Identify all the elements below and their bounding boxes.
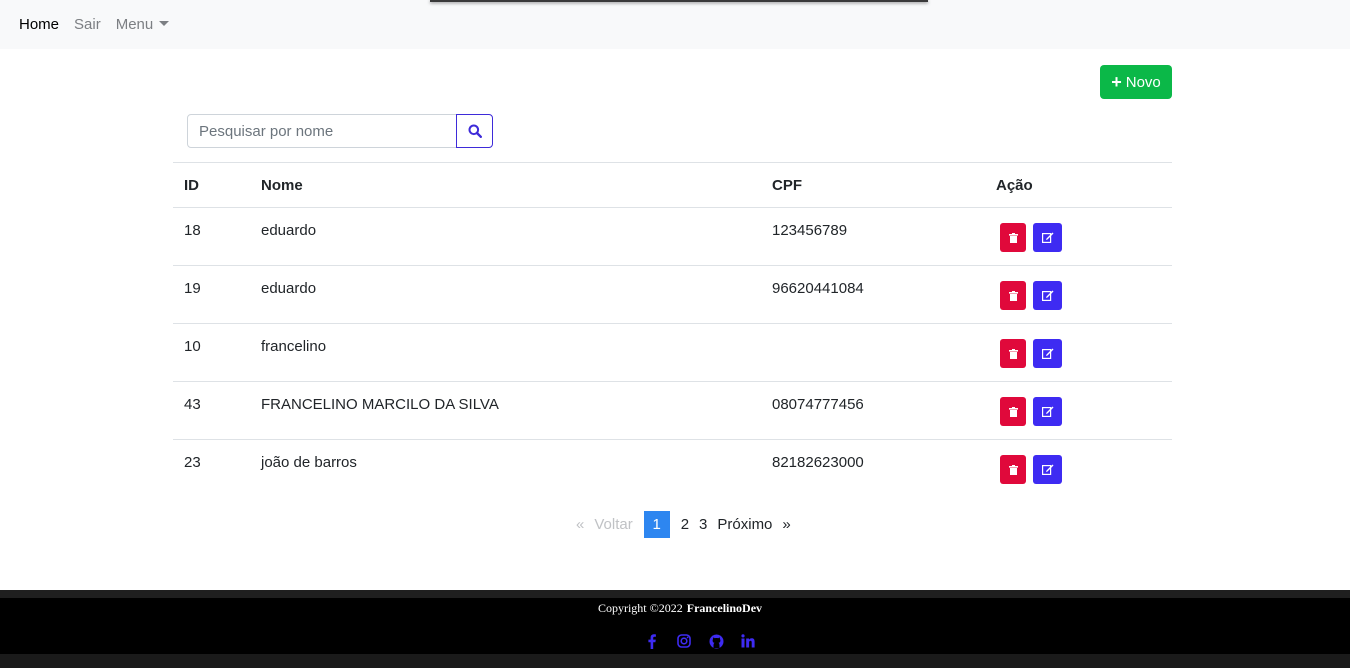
pagination-prev: Voltar (594, 516, 633, 533)
nav-menu-dropdown[interactable]: Menu (116, 16, 170, 33)
search-input[interactable] (187, 114, 457, 148)
edit-button[interactable] (1033, 339, 1062, 368)
nav-home-link[interactable]: Home (19, 16, 59, 33)
cell-cpf: 08074777456 (772, 396, 864, 413)
cell-cpf: 123456789 (772, 222, 848, 239)
trash-icon (1008, 290, 1018, 301)
linkedin-icon[interactable] (739, 633, 757, 649)
caret-down-icon (159, 21, 170, 26)
edit-icon (1041, 464, 1053, 475)
cell-nome: eduardo (261, 222, 317, 239)
edit-button[interactable] (1033, 281, 1062, 310)
header-nome: Nome (261, 177, 303, 194)
cell-nome: joão de barros (261, 454, 357, 471)
cell-nome: FRANCELINO MARCILO DA SILVA (261, 396, 499, 413)
edit-icon (1041, 232, 1053, 243)
header-cpf: CPF (772, 177, 802, 194)
trash-icon (1008, 348, 1018, 359)
edit-button[interactable] (1033, 455, 1062, 484)
pagination-page-1[interactable]: 1 (643, 511, 670, 538)
table-header: ID Nome CPF Ação (173, 162, 1172, 208)
table-row: 23 joão de barros 82182623000 (173, 440, 1172, 498)
navbar: Home Sair Menu (0, 0, 1350, 49)
delete-button[interactable] (1000, 397, 1026, 426)
facebook-icon[interactable] (643, 633, 661, 649)
cell-id: 23 (184, 454, 201, 471)
delete-button[interactable] (1000, 339, 1026, 368)
cell-cpf: 82182623000 (772, 454, 864, 471)
footer-top-band (0, 590, 1350, 598)
trash-icon (1008, 464, 1018, 475)
edit-icon (1041, 348, 1053, 359)
edit-button[interactable] (1033, 397, 1062, 426)
cell-id: 19 (184, 280, 201, 297)
cell-nome: eduardo (261, 280, 317, 297)
social-links (643, 633, 757, 649)
new-button[interactable]: + Novo (1100, 65, 1172, 99)
github-icon[interactable] (707, 633, 725, 649)
copyright-label: Copyright ©2022 (597, 601, 683, 615)
delete-button[interactable] (1000, 223, 1026, 252)
pagination-page-3[interactable]: 3 (694, 511, 712, 538)
table-row: 43 FRANCELINO MARCILO DA SILVA 080747774… (173, 382, 1172, 440)
cell-id: 18 (184, 222, 201, 239)
edit-icon (1041, 290, 1053, 301)
nav-menu-label: Menu (115, 16, 154, 33)
edit-icon (1041, 406, 1053, 417)
pagination: « Voltar 1 2 3 Próximo » (571, 511, 796, 538)
header-acao: Ação (996, 177, 1033, 194)
pagination-prev-arrow: « (576, 516, 585, 533)
search-button[interactable] (456, 114, 493, 148)
delete-button[interactable] (1000, 455, 1026, 484)
plus-icon: + (1111, 72, 1122, 92)
copyright-text: Copyright ©2022 FrancelinoDev (0, 601, 1350, 616)
edit-button[interactable] (1033, 223, 1062, 252)
search-icon (468, 124, 482, 138)
cell-cpf: 96620441084 (772, 280, 864, 297)
cell-id: 10 (184, 338, 201, 355)
table-row: 19 eduardo 96620441084 (173, 266, 1172, 324)
pagination-next-arrow[interactable]: » (777, 511, 795, 538)
cell-nome: francelino (261, 338, 327, 355)
new-button-label: Novo (1125, 73, 1161, 91)
delete-button[interactable] (1000, 281, 1026, 310)
pagination-next[interactable]: Próximo (712, 511, 777, 538)
nav-logout-link[interactable]: Sair (74, 16, 101, 33)
table-row: 10 francelino (173, 324, 1172, 382)
brand-name: FrancelinoDev (686, 601, 763, 615)
instagram-icon[interactable] (675, 633, 693, 649)
table-row: 18 eduardo 123456789 (173, 208, 1172, 266)
top-shadow-divider (430, 0, 928, 2)
pagination-page-2[interactable]: 2 (676, 511, 694, 538)
clients-table: ID Nome CPF Ação 18 eduardo 123456789 19… (173, 162, 1172, 498)
cell-id: 43 (184, 396, 201, 413)
header-id: ID (184, 177, 199, 194)
footer: Copyright ©2022 FrancelinoDev (0, 590, 1350, 668)
trash-icon (1008, 406, 1018, 417)
footer-bottom-band (0, 654, 1350, 668)
trash-icon (1008, 232, 1018, 243)
